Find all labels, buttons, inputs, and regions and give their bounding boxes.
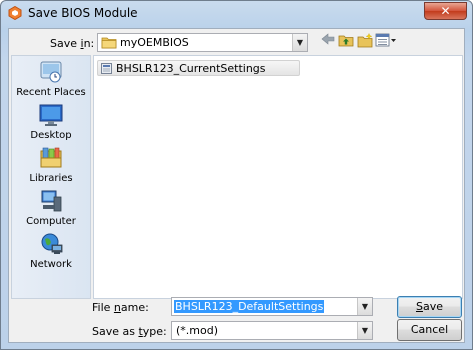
place-recent-places[interactable]: Recent Places bbox=[12, 60, 90, 102]
place-label: Computer bbox=[26, 216, 76, 227]
save-button[interactable]: Save bbox=[397, 296, 462, 318]
cancel-button-label: Cancel bbox=[410, 323, 449, 336]
recent-places-icon bbox=[40, 61, 62, 83]
new-folder-icon[interactable] bbox=[356, 32, 374, 51]
save-in-dropdown[interactable]: myOEMBIOS ▼ bbox=[97, 33, 308, 52]
place-network[interactable]: Network bbox=[12, 232, 90, 274]
hexagon-app-icon bbox=[8, 6, 22, 20]
place-computer[interactable]: Computer bbox=[12, 189, 90, 231]
place-label: Libraries bbox=[29, 173, 73, 184]
close-button[interactable]: ✕ bbox=[424, 2, 467, 20]
places-bar: Recent Places Desktop Libraries Computer… bbox=[11, 55, 91, 299]
libraries-icon bbox=[40, 147, 62, 168]
file-name-value: BHSLR123_DefaultSettings bbox=[174, 300, 325, 313]
chevron-down-icon[interactable]: ▼ bbox=[292, 34, 307, 51]
computer-icon bbox=[41, 190, 62, 212]
file-icon bbox=[101, 63, 112, 74]
file-name: BHSLR123_CurrentSettings bbox=[116, 62, 266, 75]
save-button-label: Save bbox=[415, 300, 443, 313]
up-folder-icon[interactable] bbox=[337, 33, 355, 51]
place-libraries[interactable]: Libraries bbox=[12, 146, 90, 188]
place-desktop[interactable]: Desktop bbox=[12, 103, 90, 145]
save-as-type-value: (*.mod) bbox=[176, 324, 219, 337]
save-as-type-label: Save as type: bbox=[92, 325, 167, 338]
place-label: Recent Places bbox=[16, 87, 86, 98]
save-in-label: Save in: bbox=[50, 37, 94, 50]
file-list[interactable]: BHSLR123_CurrentSettings bbox=[93, 55, 463, 299]
save-bios-module-dialog: Save BIOS Module ✕ Save in: myOEMBIOS ▼ bbox=[0, 0, 473, 350]
place-label: Desktop bbox=[30, 130, 72, 141]
window-title: Save BIOS Module bbox=[28, 6, 138, 20]
network-icon bbox=[41, 233, 63, 254]
title-bar[interactable]: Save BIOS Module ✕ bbox=[1, 1, 472, 27]
cancel-button[interactable]: Cancel bbox=[397, 319, 462, 341]
close-icon: ✕ bbox=[440, 4, 451, 18]
save-as-type-dropdown[interactable]: (*.mod) ▼ bbox=[171, 321, 373, 340]
save-in-label-text: Save in: bbox=[50, 37, 95, 50]
chevron-down-icon[interactable]: ▼ bbox=[357, 322, 372, 339]
file-name-input[interactable]: BHSLR123_DefaultSettings ▼ bbox=[171, 297, 373, 316]
views-menu-icon[interactable] bbox=[375, 33, 397, 51]
list-item[interactable]: BHSLR123_CurrentSettings bbox=[97, 60, 300, 76]
save-in-value: myOEMBIOS bbox=[120, 36, 189, 49]
back-arrow-icon[interactable] bbox=[319, 33, 337, 51]
file-name-label: File name: bbox=[92, 301, 149, 314]
desktop-icon bbox=[39, 104, 63, 126]
place-label: Network bbox=[30, 259, 72, 270]
folder-icon bbox=[101, 37, 117, 49]
dialog-client-area: Save in: myOEMBIOS ▼ Recent Places Deskt… bbox=[8, 28, 465, 343]
chevron-down-icon[interactable]: ▼ bbox=[357, 298, 372, 315]
